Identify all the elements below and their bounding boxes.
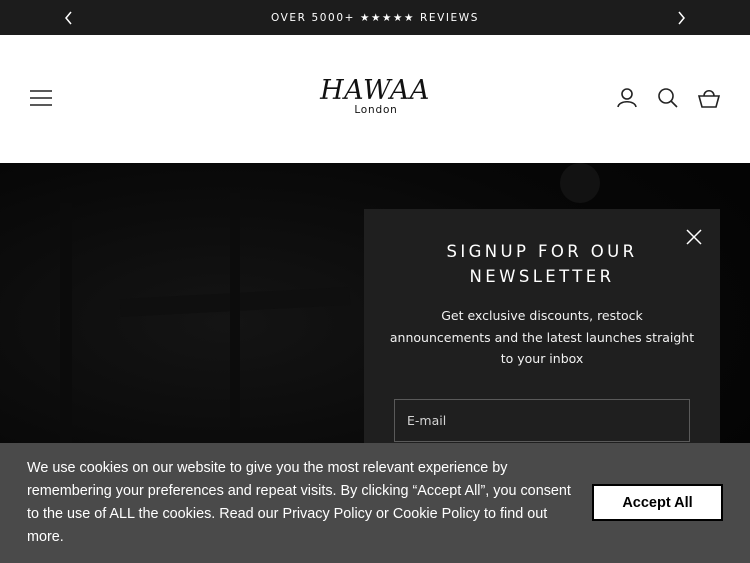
- accept-all-button[interactable]: Accept All: [592, 484, 723, 521]
- brand-logo[interactable]: HAWAA London: [300, 71, 450, 119]
- account-icon[interactable]: [614, 85, 640, 111]
- hero-shadow: [230, 193, 240, 443]
- cookie-message-line: remembering your preferences and repeat …: [27, 483, 571, 499]
- announcement-text: OVER 5000+ ★★★★★ REVIEWS: [270, 11, 480, 24]
- cookie-message: We use cookies on our website to give yo…: [27, 457, 597, 549]
- newsletter-description: Get exclusive discounts, restock announc…: [388, 305, 696, 370]
- announcement-bar: OVER 5000+ ★★★★★ REVIEWS: [0, 0, 750, 35]
- cookie-message-line: We use cookies on our website to give yo…: [27, 460, 508, 476]
- newsletter-title-line: SIGNUP FOR OUR: [446, 242, 638, 261]
- search-icon[interactable]: [655, 85, 681, 111]
- logo-sub: London: [354, 104, 397, 116]
- newsletter-desc-line: announcements and the latest launches st…: [389, 329, 695, 345]
- logo-brand: HAWAA: [319, 75, 430, 106]
- menu-icon[interactable]: [26, 85, 56, 111]
- cookie-message-line: to the use of ALL the cookies. Read our …: [27, 506, 548, 522]
- chevron-right-icon[interactable]: [666, 0, 696, 35]
- email-field[interactable]: [394, 399, 690, 442]
- cookie-message-line: more.: [27, 529, 64, 545]
- newsletter-title: SIGNUP FOR OUR NEWSLETTER: [364, 239, 720, 289]
- newsletter-desc-line: to your inbox: [500, 351, 584, 366]
- site-header: HAWAA London: [0, 35, 750, 163]
- cart-icon[interactable]: [696, 85, 722, 111]
- cookie-banner: We use cookies on our website to give yo…: [0, 443, 750, 563]
- newsletter-title-line: NEWSLETTER: [469, 267, 615, 286]
- hero-shadow: [560, 163, 600, 203]
- newsletter-desc-line: Get exclusive discounts, restock: [441, 308, 643, 323]
- chevron-left-icon[interactable]: [54, 0, 84, 35]
